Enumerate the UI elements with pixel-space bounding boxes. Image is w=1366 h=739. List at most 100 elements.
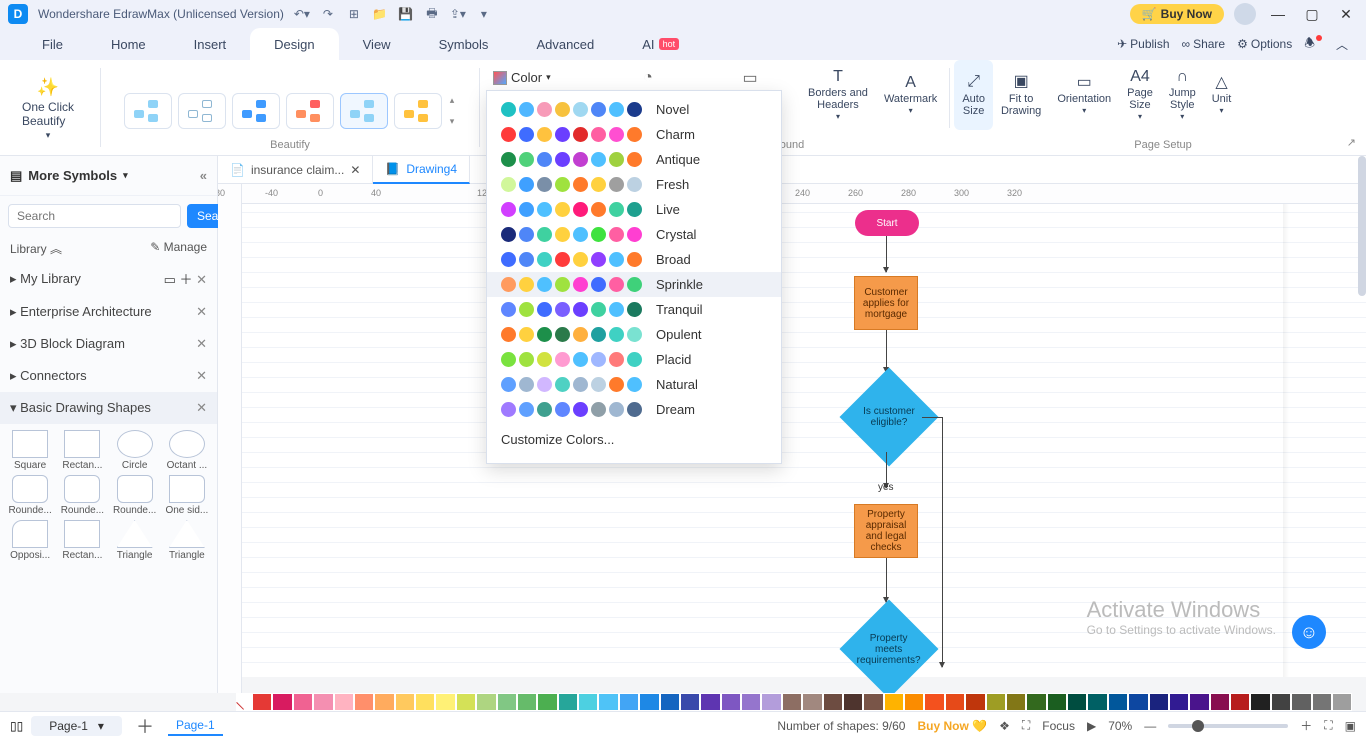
avatar[interactable] xyxy=(1234,3,1256,25)
palette-row-live[interactable]: Live xyxy=(487,197,781,222)
zoom-slider[interactable] xyxy=(1168,724,1288,728)
focus-mode-icon[interactable]: ⛶ xyxy=(1022,718,1030,733)
shape-triangle[interactable]: Triangle xyxy=(163,520,211,561)
publish-button[interactable]: ✈ Publish xyxy=(1117,37,1169,51)
menu-design[interactable]: Design xyxy=(250,28,338,60)
shape-rounde[interactable]: Rounde... xyxy=(58,475,106,516)
shape-triangle[interactable]: Triangle xyxy=(111,520,159,561)
buy-now-status[interactable]: Buy Now 💛 xyxy=(917,719,987,733)
library-connectors[interactable]: ▸ Connectors✕ xyxy=(0,360,217,392)
minimize-button[interactable]: — xyxy=(1266,6,1290,22)
zoom-in-button[interactable]: ＋ xyxy=(1300,717,1312,734)
save-icon[interactable]: 💾 xyxy=(398,6,414,22)
shape-rectan[interactable]: Rectan... xyxy=(58,520,106,561)
beautify-preset-1[interactable] xyxy=(124,93,172,129)
palette-row-opulent[interactable]: Opulent xyxy=(487,322,781,347)
more-symbols-button[interactable]: More Symbols xyxy=(28,168,117,183)
shape-square[interactable]: Square xyxy=(6,430,54,471)
share-button[interactable]: ∞ Share xyxy=(1182,37,1226,51)
flow-arrow[interactable] xyxy=(886,236,887,272)
shape-rounde[interactable]: Rounde... xyxy=(111,475,159,516)
flow-arrow[interactable] xyxy=(886,558,887,602)
beautify-preset-6[interactable] xyxy=(394,93,442,129)
flow-process-2[interactable]: Property appraisal and legal checks xyxy=(854,504,918,558)
collapse-ribbon-icon[interactable]: ︿ xyxy=(1336,36,1348,53)
shape-onesid[interactable]: One sid... xyxy=(163,475,211,516)
zoom-percent[interactable]: 70% xyxy=(1108,719,1132,733)
shape-circle[interactable]: Circle xyxy=(111,430,159,471)
close-button[interactable]: ✕ xyxy=(1334,6,1358,23)
palette-row-dream[interactable]: Dream xyxy=(487,397,781,422)
menu-insert[interactable]: Insert xyxy=(170,28,251,60)
library-my-library[interactable]: ▸ My Library▭ ＋ ✕ xyxy=(0,261,217,296)
page-outline-icon[interactable]: ▯▯ xyxy=(10,719,23,733)
flow-arrow-v[interactable] xyxy=(942,417,943,667)
palette-row-broad[interactable]: Broad xyxy=(487,247,781,272)
add-page-button[interactable]: ＋ xyxy=(130,713,160,739)
flow-arrow-h[interactable] xyxy=(922,417,942,418)
zoom-out-button[interactable]: — xyxy=(1144,719,1156,733)
jump-style-button[interactable]: ∩Jump Style▾ xyxy=(1161,60,1204,130)
palette-row-novel[interactable]: Novel xyxy=(487,97,781,122)
palette-row-crystal[interactable]: Crystal xyxy=(487,222,781,247)
drawing-canvas[interactable]: Start Customer applies for mortgage Is c… xyxy=(242,204,1366,677)
fit-to-drawing-button[interactable]: ▣Fit to Drawing xyxy=(993,60,1049,130)
more-qat-icon[interactable]: ▾ xyxy=(476,6,492,22)
library-basic-shapes[interactable]: ▾ Basic Drawing Shapes✕ xyxy=(0,392,217,424)
beautify-preset-4[interactable] xyxy=(286,93,334,129)
notifications-icon[interactable]: 🕭 xyxy=(1304,34,1324,55)
beautify-preset-2[interactable] xyxy=(178,93,226,129)
shape-octant[interactable]: Octant ... xyxy=(163,430,211,471)
palette-row-sprinkle[interactable]: Sprinkle xyxy=(487,272,781,297)
manage-library-button[interactable]: ✎ Manage xyxy=(150,240,207,257)
menu-home[interactable]: Home xyxy=(87,28,170,60)
vertical-scrollbar[interactable] xyxy=(1358,156,1366,296)
export-icon[interactable]: ⇪▾ xyxy=(450,6,466,22)
ribbon-icon-2[interactable]: ▭ xyxy=(738,66,762,90)
page-tab[interactable]: Page-1 xyxy=(168,716,223,736)
flow-process-1[interactable]: Customer applies for mortgage xyxy=(854,276,918,330)
watermark-button[interactable]: AWatermark▾ xyxy=(876,60,945,130)
palette-row-natural[interactable]: Natural xyxy=(487,372,781,397)
menu-file[interactable]: File xyxy=(18,28,87,60)
new-icon[interactable]: ⊞ xyxy=(346,6,362,22)
beautify-preset-5[interactable] xyxy=(340,93,388,129)
palette-row-placid[interactable]: Placid xyxy=(487,347,781,372)
menu-symbols[interactable]: Symbols xyxy=(415,28,513,60)
maximize-button[interactable]: ▢ xyxy=(1300,6,1324,23)
help-chat-button[interactable]: ☺ xyxy=(1292,615,1326,649)
undo-icon[interactable]: ↶▾ xyxy=(294,6,310,22)
palette-row-tranquil[interactable]: Tranquil xyxy=(487,297,781,322)
orientation-button[interactable]: ▭Orientation▾ xyxy=(1049,60,1119,130)
palette-row-fresh[interactable]: Fresh xyxy=(487,172,781,197)
library-label[interactable]: Library ︽ xyxy=(10,240,62,257)
menu-advanced[interactable]: Advanced xyxy=(512,28,618,60)
print-icon[interactable]: 🖶 xyxy=(424,6,440,22)
shape-rounde[interactable]: Rounde... xyxy=(6,475,54,516)
auto-size-button[interactable]: ⤢Auto Size xyxy=(954,60,993,130)
unit-button[interactable]: △Unit▾ xyxy=(1204,60,1240,130)
options-button[interactable]: ⚙ Options xyxy=(1237,37,1292,51)
customize-colors-button[interactable]: Customize Colors... xyxy=(487,422,781,457)
menu-view[interactable]: View xyxy=(339,28,415,60)
redo-icon[interactable]: ↷ xyxy=(320,6,336,22)
fit-width-icon[interactable]: ▣ xyxy=(1345,719,1356,733)
page-select-dropdown[interactable]: Page-1 ▾ xyxy=(31,716,122,736)
focus-button[interactable]: Focus xyxy=(1042,719,1075,733)
borders-headers-button[interactable]: TBorders and Headers▾ xyxy=(800,60,876,130)
palette-row-antique[interactable]: Antique xyxy=(487,147,781,172)
one-click-beautify-button[interactable]: ✨ One Click Beautify ▾ xyxy=(8,64,88,153)
page-size-button[interactable]: A4Page Size▾ xyxy=(1119,60,1161,130)
library-enterprise-architecture[interactable]: ▸ Enterprise Architecture✕ xyxy=(0,296,217,328)
palette-row-charm[interactable]: Charm xyxy=(487,122,781,147)
flow-arrow[interactable] xyxy=(886,330,887,372)
menu-ai[interactable]: AIhot xyxy=(618,28,703,60)
color-dropdown-button[interactable]: Color▾ xyxy=(486,66,558,89)
flow-start[interactable]: Start xyxy=(855,210,919,236)
preset-scroll-down[interactable]: ▾ xyxy=(450,116,455,127)
shape-rectan[interactable]: Rectan... xyxy=(58,430,106,471)
beautify-preset-3[interactable] xyxy=(232,93,280,129)
fit-page-icon[interactable]: ⛶ xyxy=(1324,718,1332,733)
ribbon-icon-1[interactable]: ◔ xyxy=(636,66,660,90)
flow-decision-2[interactable]: Property meets requirements? xyxy=(840,600,939,693)
